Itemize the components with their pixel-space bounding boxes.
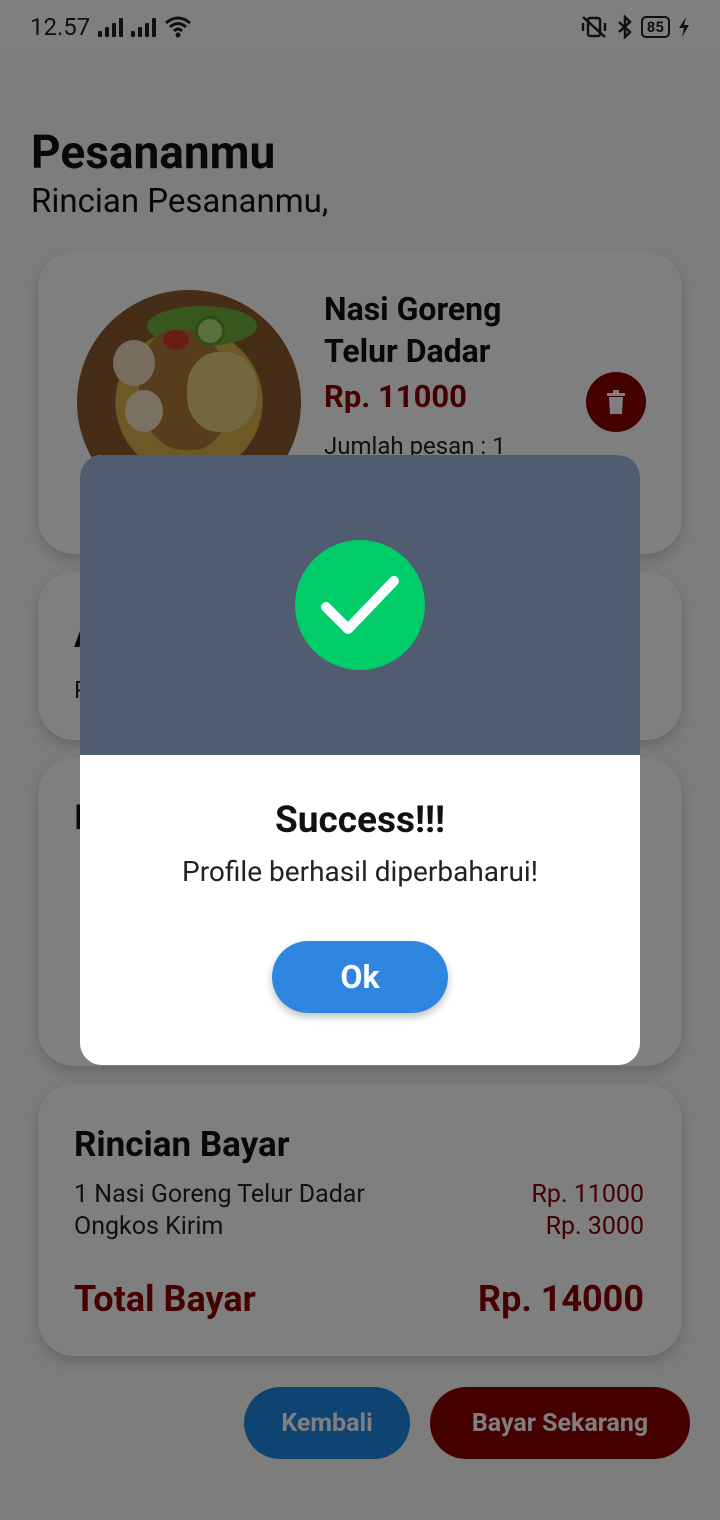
- dialog-message: Profile berhasil diperbaharui!: [182, 855, 538, 888]
- ok-button[interactable]: Ok: [272, 941, 448, 1013]
- success-dialog: Success!!! Profile berhasil diperbaharui…: [80, 455, 640, 1065]
- checkmark-icon: [321, 576, 399, 634]
- dialog-header: [80, 455, 640, 755]
- check-circle-icon: [295, 540, 425, 670]
- dialog-title: Success!!!: [274, 799, 446, 842]
